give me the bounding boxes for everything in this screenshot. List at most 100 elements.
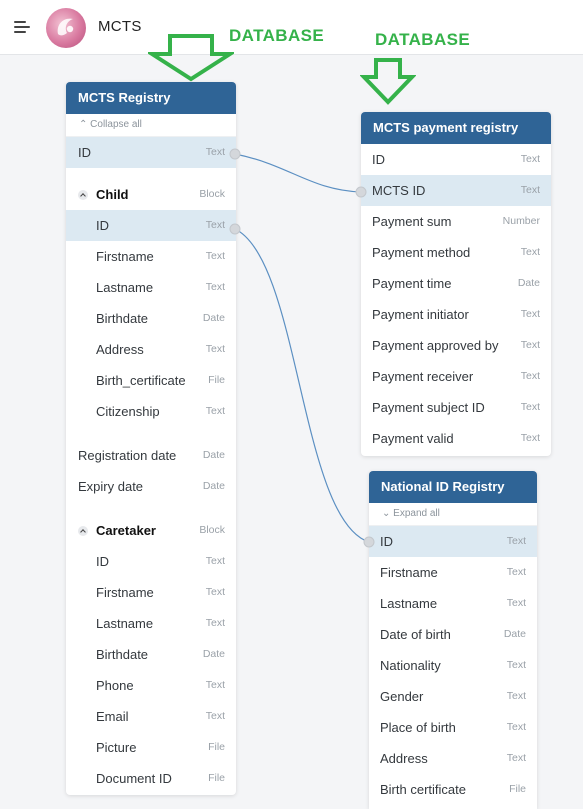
- mcts-registry-card: MCTS Registry ⌃ Collapse all ID Text Chi…: [66, 82, 236, 795]
- field-label: ID: [96, 554, 109, 569]
- field-label: Registration date: [78, 448, 177, 463]
- field-label: Address: [96, 342, 144, 357]
- field-label: Date of birth: [380, 627, 451, 642]
- field-row[interactable]: Payment valid Text: [361, 423, 551, 454]
- field-type: File: [208, 374, 225, 386]
- field-label: Payment time: [372, 276, 452, 291]
- collapse-all-label: Collapse all: [90, 119, 142, 130]
- field-row[interactable]: Birth certificate File: [369, 774, 537, 805]
- field-row[interactable]: ID Text: [361, 144, 551, 175]
- field-row[interactable]: Firstname Text: [369, 557, 537, 588]
- field-type: Text: [506, 535, 526, 547]
- field-label: Email: [96, 709, 129, 724]
- field-type: Text: [506, 721, 526, 733]
- field-row[interactable]: Payment time Date: [361, 268, 551, 299]
- field-type: Text: [205, 710, 225, 722]
- hamburger-menu-icon[interactable]: [14, 21, 30, 33]
- app-logo: [46, 8, 86, 48]
- field-type: File: [208, 772, 225, 784]
- field-row[interactable]: Payment subject ID Text: [361, 392, 551, 423]
- field-row[interactable]: Payment receiver Text: [361, 361, 551, 392]
- block-label: Caretaker: [96, 523, 156, 538]
- caretaker-field-row[interactable]: Birthdate Date: [66, 639, 236, 670]
- child-field-row[interactable]: Address Text: [66, 334, 236, 365]
- caretaker-field-row[interactable]: ID Text: [66, 546, 236, 577]
- collapse-caret-icon[interactable]: [78, 190, 88, 200]
- field-label: Nationality: [380, 658, 441, 673]
- field-label: Firstname: [96, 249, 154, 264]
- field-label: Phone: [96, 678, 134, 693]
- card-title: MCTS payment registry: [361, 112, 551, 144]
- field-type: Date: [202, 449, 225, 461]
- field-label: ID: [78, 145, 91, 160]
- child-field-row[interactable]: Birthdate Date: [66, 303, 236, 334]
- card-title: National ID Registry: [369, 471, 537, 503]
- field-type: Text: [506, 566, 526, 578]
- field-row[interactable]: Payment approved by Text: [361, 330, 551, 361]
- field-row[interactable]: Payment initiator Text: [361, 299, 551, 330]
- field-row[interactable]: Nationality Text: [369, 650, 537, 681]
- field-label: Lastname: [96, 616, 154, 631]
- field-label: Payment approved by: [372, 338, 499, 353]
- field-label: Lastname: [96, 280, 154, 295]
- field-row[interactable]: Place of birth Text: [369, 712, 537, 743]
- field-label: Firstname: [380, 565, 438, 580]
- child-field-row[interactable]: Firstname Text: [66, 241, 236, 272]
- child-field-row[interactable]: Birth_certificate File: [66, 365, 236, 396]
- field-row-registration-date[interactable]: Registration date Date: [66, 440, 236, 471]
- field-type: Text: [520, 153, 540, 165]
- child-field-row[interactable]: ID Text: [66, 210, 236, 241]
- child-field-row[interactable]: Lastname Text: [66, 272, 236, 303]
- field-type: Text: [205, 617, 225, 629]
- field-label: Payment receiver: [372, 369, 474, 384]
- field-type: Text: [205, 146, 225, 158]
- down-arrow-icon: [360, 58, 416, 105]
- field-row[interactable]: ID Text: [369, 526, 537, 557]
- field-label: Payment sum: [372, 214, 452, 229]
- field-label: Lastname: [380, 596, 438, 611]
- field-type: Text: [520, 246, 540, 258]
- field-row-id[interactable]: ID Text: [66, 137, 236, 168]
- field-row[interactable]: Address Text: [369, 743, 537, 774]
- caretaker-field-row[interactable]: Firstname Text: [66, 577, 236, 608]
- field-type: Text: [205, 281, 225, 293]
- field-label: Birthdate: [96, 647, 149, 662]
- field-type: Text: [205, 250, 225, 262]
- field-row-expiry-date[interactable]: Expiry date Date: [66, 471, 236, 502]
- field-type: Text: [205, 679, 225, 691]
- collapse-all-link[interactable]: ⌃ Collapse all: [66, 114, 236, 137]
- field-type: File: [509, 783, 526, 795]
- expand-all-label: Expand all: [393, 508, 440, 519]
- field-label: Picture: [96, 740, 137, 755]
- caretaker-field-row[interactable]: Document ID File: [66, 763, 236, 794]
- caretaker-field-row[interactable]: Email Text: [66, 701, 236, 732]
- field-row[interactable]: Lastname Text: [369, 588, 537, 619]
- field-row[interactable]: Payment method Text: [361, 237, 551, 268]
- field-row[interactable]: Payment sum Number: [361, 206, 551, 237]
- caretaker-field-row[interactable]: Phone Text: [66, 670, 236, 701]
- field-type: Date: [202, 312, 225, 324]
- collapse-caret-icon[interactable]: [78, 526, 88, 536]
- field-row[interactable]: Gender Text: [369, 681, 537, 712]
- field-type: Text: [205, 586, 225, 598]
- relation-line: [234, 228, 370, 543]
- child-field-row[interactable]: Citizenship Text: [66, 396, 236, 427]
- field-type: Text: [506, 597, 526, 609]
- caretaker-block-header[interactable]: Caretaker Block: [66, 515, 236, 546]
- field-type: Text: [520, 370, 540, 382]
- expand-all-link[interactable]: ⌄ Expand all: [369, 503, 537, 526]
- field-row[interactable]: Date of birth Date: [369, 619, 537, 650]
- child-block-header[interactable]: Child Block: [66, 179, 236, 210]
- field-label: Expiry date: [78, 479, 144, 494]
- caretaker-field-row[interactable]: Picture File: [66, 732, 236, 763]
- card-title: MCTS Registry: [66, 82, 236, 114]
- field-label: Payment initiator: [372, 307, 469, 322]
- field-row[interactable]: MCTS ID Text: [361, 175, 551, 206]
- block-type: Block: [199, 188, 225, 200]
- field-label: Place of birth: [380, 720, 456, 735]
- field-type: Text: [520, 308, 540, 320]
- relation-line: [234, 153, 362, 193]
- mcts-payment-registry-card: MCTS payment registry ID Text MCTS ID Text…: [361, 112, 551, 456]
- caretaker-field-row[interactable]: Lastname Text: [66, 608, 236, 639]
- database-label-right: DATABASE: [375, 30, 471, 49]
